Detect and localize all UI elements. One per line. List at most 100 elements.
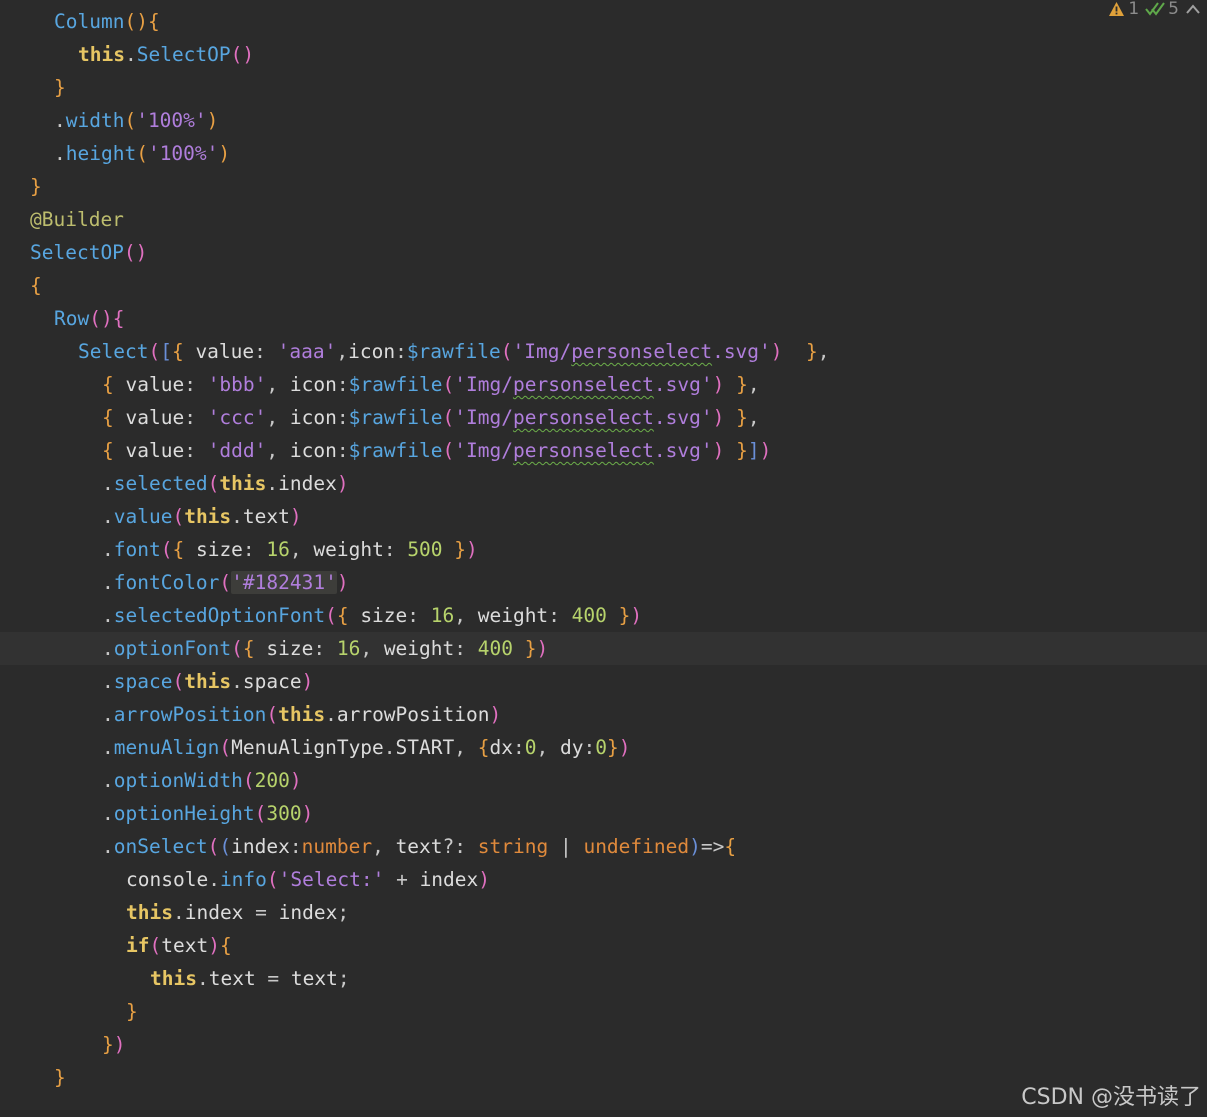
code-token: Column	[54, 10, 125, 33]
code-token: 500	[407, 538, 443, 561]
code-line[interactable]: .font({ size: 16, weight: 500 })	[0, 533, 1207, 566]
code-token: this	[278, 703, 326, 726]
inspection-widget[interactable]: 1 5	[1108, 0, 1201, 19]
code-token: font	[113, 538, 161, 561]
code-line[interactable]: this.SelectOP()	[0, 38, 1207, 71]
code-line[interactable]: }	[0, 170, 1207, 203]
code-token: 400	[571, 604, 607, 627]
code-token: .	[124, 43, 137, 66]
code-token: 'Img/	[454, 406, 513, 429]
code-line[interactable]: this.text = text;	[0, 962, 1207, 995]
code-line[interactable]: .optionWidth(200)	[0, 764, 1207, 797]
code-token: personselect	[512, 373, 654, 396]
code-token: {	[102, 406, 114, 429]
code-line[interactable]: .value(this.text)	[0, 500, 1207, 533]
code-line[interactable]: { value: 'bbb', icon:$rawfile('Img/perso…	[0, 368, 1207, 401]
code-editor[interactable]: Column(){this.SelectOP()} .width('100%').…	[0, 0, 1207, 1117]
code-token: value	[113, 505, 173, 528]
code-token: .	[102, 670, 114, 693]
code-line[interactable]: .selected(this.index)	[0, 467, 1207, 500]
code-token: (	[500, 340, 513, 363]
code-line[interactable]: this.index = index;	[0, 896, 1207, 929]
code-token: .	[102, 604, 114, 627]
code-line[interactable]: Column(){	[0, 5, 1207, 38]
code-line[interactable]: })	[0, 1028, 1207, 1061]
code-line[interactable]: .space(this.space)	[0, 665, 1207, 698]
code-line[interactable]: .height('100%')	[0, 137, 1207, 170]
code-token: .	[102, 538, 114, 561]
code-line[interactable]: .optionFont({ size: 16, weight: 400 })	[0, 632, 1207, 665]
code-token: text	[242, 505, 290, 528]
code-token: personselect	[571, 340, 713, 363]
code-line[interactable]: .menuAlign(MenuAlignType.START, {dx:0, d…	[0, 731, 1207, 764]
code-line[interactable]: SelectOP()	[0, 236, 1207, 269]
code-token: [	[160, 340, 172, 363]
code-token: .svg'	[653, 373, 713, 396]
code-token: $rawfile	[348, 439, 443, 462]
warning-triangle-icon	[1109, 2, 1125, 16]
code-token: {	[171, 340, 184, 363]
code-token: :	[454, 637, 478, 660]
code-token: :	[395, 340, 407, 363]
code-token: (	[172, 670, 185, 693]
code-token: )	[301, 802, 314, 825]
weak-warnings-indicator[interactable]: 5	[1145, 0, 1179, 19]
code-line[interactable]: if(text){	[0, 929, 1207, 962]
code-token: }	[524, 637, 537, 660]
code-line[interactable]: Select([{ value: 'aaa',icon:$rawfile('Im…	[0, 335, 1207, 368]
code-token: optionHeight	[113, 802, 255, 825]
code-line[interactable]: .arrowPosition(this.arrowPosition)	[0, 698, 1207, 731]
code-line[interactable]: .width('100%')	[0, 104, 1207, 137]
code-token: 0	[524, 736, 537, 759]
warnings-indicator[interactable]: 1	[1108, 0, 1139, 19]
code-token: (	[172, 505, 185, 528]
code-token: text	[290, 967, 338, 990]
code-token: space	[242, 670, 302, 693]
code-token: .	[231, 505, 243, 528]
code-token: console	[126, 868, 209, 891]
code-line[interactable]: { value: 'ddd', icon:$rawfile('Img/perso…	[0, 434, 1207, 467]
code-token: :	[383, 538, 408, 561]
code-token: (	[219, 571, 232, 594]
code-token: size	[348, 604, 408, 627]
code-token: icon	[289, 439, 337, 462]
code-line[interactable]: .selectedOptionFont({ size: 16, weight: …	[0, 599, 1207, 632]
code-token: )	[336, 571, 349, 594]
code-token: ()	[124, 10, 148, 33]
code-line[interactable]: .optionHeight(300)	[0, 797, 1207, 830]
code-token: {	[112, 307, 125, 330]
code-line[interactable]: console.info('Select:' + index)	[0, 863, 1207, 896]
code-token: {	[102, 439, 114, 462]
code-line[interactable]: }	[0, 995, 1207, 1028]
double-check-icon	[1145, 2, 1165, 16]
code-token: :	[583, 736, 596, 759]
code-token: {	[102, 373, 114, 396]
code-token: .	[102, 472, 114, 495]
code-token: .	[102, 835, 114, 858]
collapse-inspection-button[interactable]	[1185, 3, 1201, 15]
code-token: ,	[336, 340, 349, 363]
code-token: 200	[254, 769, 290, 792]
code-token: )	[489, 703, 502, 726]
code-line[interactable]: @Builder	[0, 203, 1207, 236]
code-token: {	[147, 10, 160, 33]
code-token: 'Img/	[512, 340, 572, 363]
code-token: (	[219, 736, 232, 759]
code-line[interactable]: Row(){	[0, 302, 1207, 335]
code-token: .	[102, 571, 114, 594]
code-line[interactable]: }	[0, 71, 1207, 104]
code-line[interactable]: .fontColor('#182431')	[0, 566, 1207, 599]
code-token: =>	[700, 835, 725, 858]
code-token: :	[289, 835, 302, 858]
code-token: :	[313, 637, 337, 660]
code-token: '#182431'	[231, 571, 337, 594]
code-line[interactable]: .onSelect((index:number, text?: string |…	[0, 830, 1207, 863]
code-line[interactable]: { value: 'ccc', icon:$rawfile('Img/perso…	[0, 401, 1207, 434]
code-line[interactable]: {	[0, 269, 1207, 302]
code-token: SelectOP	[30, 241, 124, 264]
code-token: fontColor	[113, 571, 220, 594]
code-token: index	[278, 472, 337, 495]
code-token: this	[219, 472, 267, 495]
